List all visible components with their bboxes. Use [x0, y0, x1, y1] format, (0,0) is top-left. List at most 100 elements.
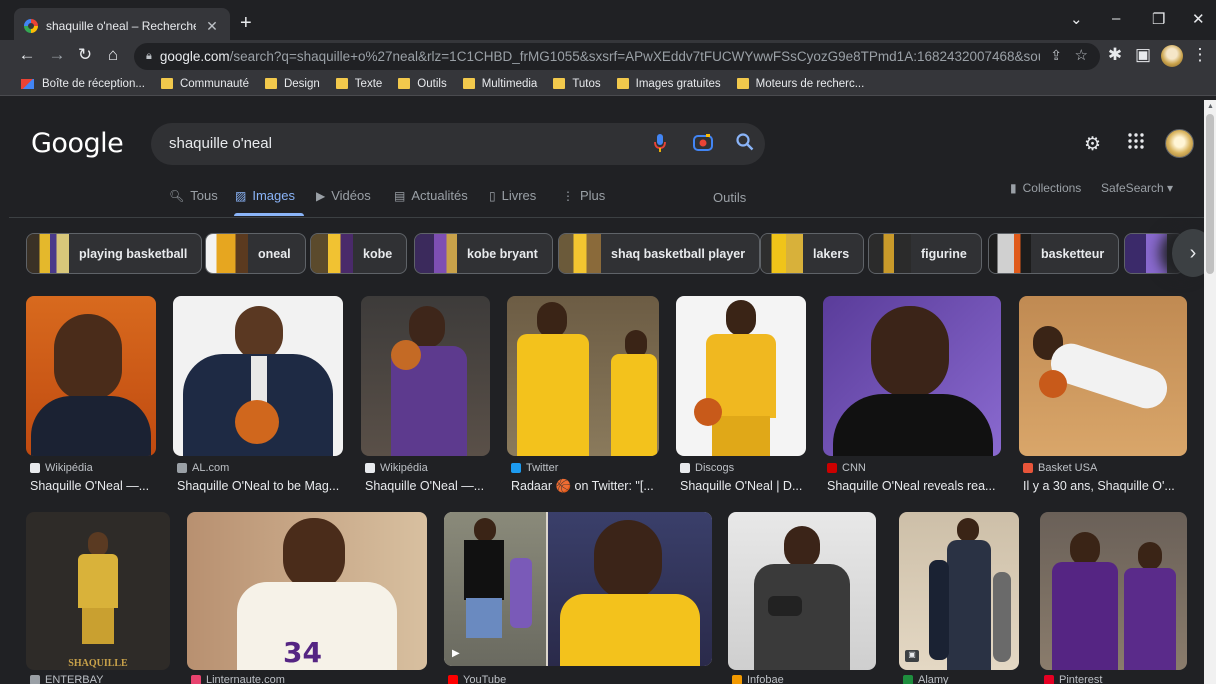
- result-source[interactable]: ENTERBAY: [30, 674, 103, 684]
- extensions-icon[interactable]: ✱: [1104, 45, 1126, 65]
- result-card[interactable]: Basket USA Il y a 30 ans, Shaquille O'..…: [1019, 296, 1187, 496]
- reload-icon[interactable]: ↻: [74, 45, 96, 65]
- result-thumbnail[interactable]: [728, 512, 876, 670]
- result-thumbnail[interactable]: [361, 296, 490, 456]
- result-card[interactable]: ▶ YouTube: [444, 512, 712, 684]
- close-window-icon[interactable]: ✕: [1192, 10, 1205, 28]
- result-source[interactable]: YouTube: [448, 674, 506, 684]
- google-logo[interactable]: Google: [31, 128, 124, 159]
- mic-icon[interactable]: [653, 133, 667, 159]
- result-thumbnail[interactable]: [676, 296, 806, 456]
- search-box[interactable]: shaquille o'neal: [151, 123, 765, 165]
- result-thumbnail[interactable]: ▣: [899, 512, 1019, 670]
- result-source[interactable]: Infobae: [732, 674, 784, 684]
- result-source[interactable]: CNN: [827, 462, 866, 474]
- chrome-menu-icon[interactable]: ⋮: [1189, 45, 1211, 65]
- result-card[interactable]: Pinterest: [1040, 512, 1187, 684]
- result-card[interactable]: AL.com Shaquille O'Neal to be Mag...: [173, 296, 343, 496]
- result-source[interactable]: Basket USA: [1023, 462, 1097, 474]
- tab-images[interactable]: ▨ Images: [235, 188, 295, 203]
- result-card[interactable]: CNN Shaquille O'Neal reveals rea...: [823, 296, 1001, 496]
- chip-lakers[interactable]: lakers: [760, 233, 865, 274]
- safesearch-menu[interactable]: SafeSearch ▾: [1101, 181, 1173, 195]
- result-card[interactable]: 34 Linternaute.com: [187, 512, 427, 684]
- result-source[interactable]: Wikipédia: [365, 462, 428, 474]
- scroll-up-icon[interactable]: ▲: [1207, 103, 1214, 110]
- chip-playing-basketball[interactable]: playing basketball: [26, 233, 203, 274]
- result-card[interactable]: ▣ Alamy: [899, 512, 1019, 684]
- chip-oneal[interactable]: oneal: [205, 233, 306, 274]
- new-tab-button[interactable]: +: [240, 12, 252, 35]
- chip-kobe[interactable]: kobe: [310, 233, 408, 274]
- tab-videos[interactable]: ▶ Vidéos: [316, 188, 371, 203]
- settings-gear-icon[interactable]: ⚙: [1084, 133, 1101, 156]
- chip-kobe-bryant[interactable]: kobe bryant: [414, 233, 553, 274]
- close-tab-icon[interactable]: ✕: [204, 18, 220, 35]
- result-source[interactable]: Pinterest: [1044, 674, 1102, 684]
- bookmark-item[interactable]: Outils: [398, 78, 447, 90]
- result-source[interactable]: Alamy: [903, 674, 949, 684]
- chip-shaq-basketball-player[interactable]: shaq basketball player: [558, 233, 761, 274]
- tab-livres[interactable]: ▯ Livres: [489, 188, 536, 203]
- result-thumbnail[interactable]: [507, 296, 659, 456]
- collections-link[interactable]: ▮ Collections: [1010, 181, 1081, 195]
- bookmark-item[interactable]: Images gratuites: [616, 78, 721, 90]
- result-card[interactable]: Wikipédia Shaquille O'Neal —...: [361, 296, 490, 496]
- result-source[interactable]: Wikipédia: [30, 462, 93, 474]
- result-title[interactable]: Shaquille O'Neal —...: [30, 479, 149, 493]
- page-scrollbar[interactable]: ▲: [1204, 100, 1216, 684]
- result-source[interactable]: AL.com: [177, 462, 229, 474]
- bookmark-item[interactable]: Tutos: [553, 78, 601, 90]
- result-title[interactable]: Radaar 🏀 on Twitter: "[...: [511, 479, 654, 494]
- tab-plus[interactable]: ⋮ Plus: [562, 188, 605, 203]
- result-thumbnail[interactable]: 34: [187, 512, 427, 670]
- apps-grid-icon[interactable]: [1128, 133, 1144, 155]
- tab-search-icon[interactable]: ⌄: [1070, 10, 1083, 28]
- result-card[interactable]: SHAQUILLE ENTERBAY: [26, 512, 170, 684]
- search-icon[interactable]: [736, 133, 754, 157]
- restore-icon[interactable]: ❐: [1152, 10, 1165, 28]
- address-bar[interactable]: 🔒︎ google.com/search?q=shaquille+o%27nea…: [134, 43, 1100, 70]
- profile-avatar[interactable]: [1161, 45, 1183, 67]
- result-thumbnail[interactable]: [823, 296, 1001, 456]
- chip-basketteur[interactable]: basketteur: [988, 233, 1120, 274]
- home-icon[interactable]: ⌂: [102, 45, 124, 65]
- result-thumbnail[interactable]: ▶: [444, 512, 712, 666]
- scrollbar-thumb[interactable]: [1206, 114, 1214, 274]
- lens-icon[interactable]: [693, 134, 713, 158]
- bookmark-item[interactable]: Multimedia: [462, 78, 537, 90]
- result-thumbnail[interactable]: [1040, 512, 1187, 670]
- result-thumbnail[interactable]: SHAQUILLE: [26, 512, 170, 670]
- result-source[interactable]: Discogs: [680, 462, 734, 474]
- tab-actualites[interactable]: ▤ Actualités: [394, 188, 468, 203]
- result-source[interactable]: Twitter: [511, 462, 558, 474]
- result-thumbnail[interactable]: [173, 296, 343, 456]
- forward-icon[interactable]: →: [46, 45, 68, 65]
- result-title[interactable]: Shaquille O'Neal —...: [365, 479, 484, 493]
- result-title[interactable]: Il y a 30 ans, Shaquille O'...: [1023, 479, 1175, 493]
- bookmark-item[interactable]: Boîte de réception...: [21, 78, 145, 90]
- tab-tous[interactable]: 🔍︎ Tous: [169, 188, 218, 203]
- result-card[interactable]: Infobae: [728, 512, 876, 684]
- bookmark-star-icon[interactable]: ☆: [1075, 46, 1088, 64]
- result-card[interactable]: Twitter Radaar 🏀 on Twitter: "[...: [507, 296, 659, 496]
- result-source[interactable]: Linternaute.com: [191, 674, 285, 684]
- bookmark-item[interactable]: Texte: [335, 78, 382, 90]
- bookmark-item[interactable]: Design: [264, 78, 320, 90]
- result-card[interactable]: Discogs Shaquille O'Neal | D...: [676, 296, 806, 496]
- bookmark-item[interactable]: Moteurs de recherc...: [736, 78, 864, 90]
- chip-figurine[interactable]: figurine: [868, 233, 982, 274]
- share-icon[interactable]: ⇪: [1050, 47, 1062, 64]
- browser-tab[interactable]: shaquille o'neal – Recherche Goo ✕: [14, 8, 230, 44]
- result-title[interactable]: Shaquille O'Neal reveals rea...: [827, 479, 995, 493]
- tools-button[interactable]: Outils: [713, 190, 746, 205]
- account-avatar[interactable]: [1165, 129, 1194, 158]
- result-thumbnail[interactable]: [1019, 296, 1187, 456]
- lock-icon[interactable]: 🔒︎: [146, 50, 152, 63]
- side-panel-icon[interactable]: ▣: [1132, 45, 1154, 65]
- result-title[interactable]: Shaquille O'Neal | D...: [680, 479, 802, 493]
- back-icon[interactable]: ←: [16, 45, 38, 65]
- result-thumbnail[interactable]: [26, 296, 156, 456]
- minimize-icon[interactable]: –: [1112, 10, 1120, 27]
- bookmark-item[interactable]: Communauté: [160, 78, 249, 90]
